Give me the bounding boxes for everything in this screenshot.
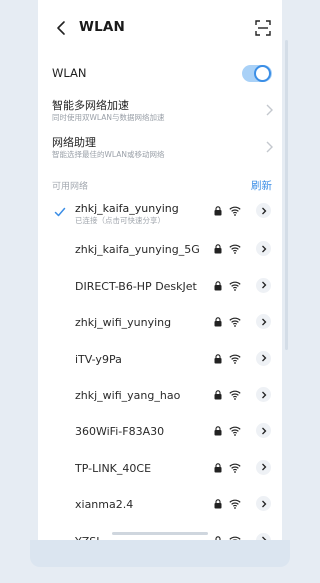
lock-icon <box>214 463 222 473</box>
network-assistant-row[interactable]: 网络助理 智能选择最佳的WLAN或移动网络 <box>52 134 274 164</box>
network-ssid: DIRECT-B6-HP DeskJet <box>75 279 197 293</box>
wlan-toggle-row: WLAN <box>52 64 272 84</box>
network-row[interactable]: xianma2.4 <box>38 491 282 519</box>
wifi-signal-icon <box>229 427 241 437</box>
lock-icon <box>214 317 222 327</box>
network-details-button[interactable] <box>256 496 271 512</box>
wlan-panel: WLAN WLAN 智能多网络加速 同时使用双WLAN与数据网络加速 网络助理 … <box>38 0 282 540</box>
lock-icon <box>214 426 222 436</box>
multi-network-accel-row[interactable]: 智能多网络加速 同时使用双WLAN与数据网络加速 <box>52 97 274 127</box>
network-details-button[interactable] <box>256 277 271 293</box>
lock-icon <box>214 244 222 254</box>
chevron-right-icon <box>261 354 266 362</box>
network-row[interactable]: zhkj_wifi_yunying <box>38 309 282 337</box>
network-row[interactable]: zhkj_kaifa_yunying_5G <box>38 236 282 264</box>
chevron-right-icon <box>261 427 266 435</box>
network-row[interactable]: TP-LINK_40CE <box>38 455 282 483</box>
wifi-signal-icon <box>229 281 241 291</box>
setting-title: 网络助理 <box>52 136 96 149</box>
wifi-signal-icon <box>229 536 241 540</box>
network-details-button[interactable] <box>256 459 271 475</box>
chevron-right-icon <box>261 536 266 540</box>
network-row[interactable]: DIRECT-B6-HP DeskJet <box>38 273 282 301</box>
wifi-signal-icon <box>229 317 241 328</box>
network-row[interactable]: 360WiFi-F83A30 <box>38 418 282 446</box>
refresh-link[interactable]: 刷新 <box>251 178 272 193</box>
network-details-button[interactable] <box>256 203 271 218</box>
wlan-toggle[interactable] <box>242 65 272 82</box>
lock-icon <box>214 499 222 509</box>
network-details-button[interactable] <box>256 387 271 402</box>
wifi-signal-icon <box>229 206 241 216</box>
chevron-right-icon <box>261 500 266 508</box>
chevron-right-icon <box>261 281 266 289</box>
network-ssid: iTV-y9Pa <box>75 352 122 366</box>
scrollbar[interactable] <box>285 40 288 350</box>
scan-icon[interactable] <box>254 19 272 37</box>
wifi-signal-icon <box>229 463 241 473</box>
chevron-right-icon <box>261 318 266 326</box>
chevron-right-icon <box>261 463 266 471</box>
network-ssid: TP-LINK_40CE <box>75 461 152 475</box>
wifi-signal-icon <box>229 390 241 400</box>
header: WLAN <box>38 16 282 40</box>
setting-title: 智能多网络加速 <box>52 99 129 112</box>
check-icon <box>54 207 66 217</box>
chevron-right-icon <box>266 141 273 153</box>
chevron-right-icon <box>261 245 266 253</box>
network-details-button[interactable] <box>256 314 271 330</box>
wifi-signal-icon <box>229 354 241 364</box>
network-details-button[interactable] <box>256 241 271 257</box>
available-networks-header: 可用网络 刷新 <box>52 178 272 192</box>
setting-subtitle: 智能选择最佳的WLAN或移动网络 <box>52 150 165 159</box>
chevron-right-icon <box>261 391 266 398</box>
lock-icon <box>214 353 222 364</box>
back-arrow-icon[interactable] <box>52 18 72 38</box>
chevron-right-icon <box>266 104 273 116</box>
lock-icon <box>214 281 222 291</box>
network-row[interactable]: zhkj_wifi_yang_hao <box>38 382 282 410</box>
toggle-knob <box>254 65 271 82</box>
lock-icon <box>214 535 222 540</box>
network-ssid: zhkj_kaifa_yunying_5G <box>75 243 200 257</box>
wlan-label: WLAN <box>52 66 87 80</box>
network-ssid: zhkj_wifi_yunying <box>75 316 172 330</box>
page-title: WLAN <box>79 19 126 35</box>
home-indicator <box>112 532 208 535</box>
lock-icon <box>214 390 222 400</box>
network-ssid: zhkj_wifi_yang_hao <box>75 389 181 402</box>
network-ssid: 360WiFi-F83A30 <box>75 425 165 439</box>
lock-icon <box>214 206 222 216</box>
network-ssid: zhkj_kaifa_yunying <box>75 202 179 215</box>
setting-subtitle: 同时使用双WLAN与数据网络加速 <box>52 113 165 122</box>
network-ssid: YZSL <box>75 535 102 540</box>
network-ssid: xianma2.4 <box>75 498 134 512</box>
network-row[interactable]: iTV-y9Pa <box>38 346 282 374</box>
wifi-signal-icon <box>229 245 241 255</box>
network-details-button[interactable] <box>256 423 271 439</box>
network-row[interactable]: zhkj_kaifa_yunying 已连接（点击可快速分享） <box>38 200 282 228</box>
bottom-card-edge <box>30 540 290 567</box>
network-details-button[interactable] <box>256 532 271 540</box>
network-details-button[interactable] <box>256 350 271 366</box>
section-label: 可用网络 <box>52 182 89 192</box>
wifi-signal-icon <box>229 499 241 510</box>
connection-status: 已连接（点击可快速分享） <box>75 216 165 225</box>
chevron-right-icon <box>261 207 266 214</box>
